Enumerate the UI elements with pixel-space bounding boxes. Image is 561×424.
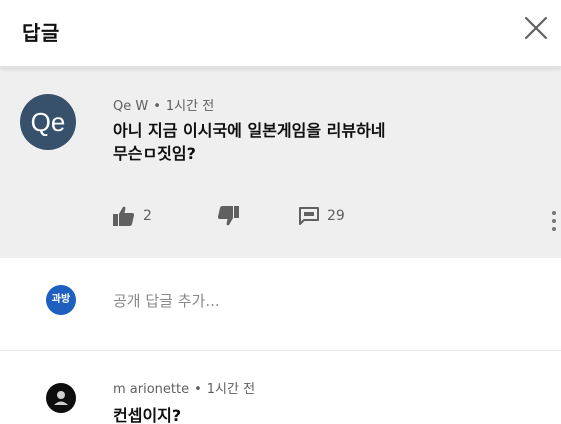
like-count: 2 <box>143 208 152 224</box>
comment-text-line: 무슨ㅁ짓임? <box>113 144 196 163</box>
comment-meta: m arionette • 1시간 전 <box>113 378 255 397</box>
avatar[interactable] <box>46 383 76 413</box>
thumbs-down-icon <box>217 206 239 226</box>
avatar: 과방 <box>46 285 76 315</box>
comment-time: 1시간 전 <box>165 99 215 114</box>
parent-comment: Qe Qe W • 1시간 전 아니 지금 이시국에 일본게임을 리뷰하네 무슨ㅁ짓… <box>0 68 561 258</box>
meta-separator: • <box>194 382 202 397</box>
more-options-button[interactable] <box>551 210 557 232</box>
dislike-button[interactable] <box>217 204 239 228</box>
replies-screen: 답글 Qe Qe W • 1시간 전 아니 지금 이시국에 일본게임을 리뷰하네 무… <box>0 0 561 424</box>
user-icon <box>54 391 68 405</box>
reply-count-button[interactable]: 29 <box>299 204 345 228</box>
like-button[interactable]: 2 <box>113 204 152 228</box>
thumbs-up-icon <box>113 206 135 226</box>
replies-header: 답글 <box>0 0 561 68</box>
comment-text: 컨셉이지? <box>113 406 182 424</box>
page-title: 답글 <box>22 21 60 45</box>
reply-count: 29 <box>327 208 345 224</box>
meta-separator: • <box>153 99 161 114</box>
comment-time: 1시간 전 <box>206 382 256 397</box>
comment-text: 아니 지금 이시국에 일본게임을 리뷰하네 무슨ㅁ짓임? <box>113 119 533 165</box>
comment-meta: Qe W • 1시간 전 <box>113 95 214 114</box>
comment-author[interactable]: Qe W <box>113 99 148 114</box>
comment-icon <box>299 207 319 225</box>
comment-text-line: 아니 지금 이시국에 일본게임을 리뷰하네 <box>113 121 386 140</box>
close-icon <box>524 16 548 40</box>
more-vert-icon <box>552 211 556 231</box>
comment-actions: 2 29 <box>113 204 553 228</box>
reply-input[interactable]: 공개 답글 추가... <box>113 290 220 311</box>
comment-author[interactable]: m arionette <box>113 382 189 397</box>
reply-comment: m arionette • 1시간 전 컨셉이지? <box>0 351 561 424</box>
close-button[interactable] <box>521 13 551 43</box>
add-reply-row: 과방 공개 답글 추가... <box>0 258 561 351</box>
avatar[interactable]: Qe <box>20 94 76 150</box>
